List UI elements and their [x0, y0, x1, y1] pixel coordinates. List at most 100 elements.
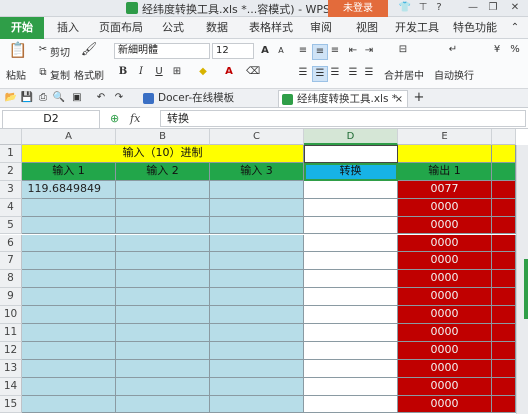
cut-button[interactable]: 剪切: [50, 44, 70, 59]
align-center-icon[interactable]: ☰: [312, 66, 328, 82]
tab-page-layout[interactable]: 页面布局: [96, 17, 146, 39]
input-cell[interactable]: [116, 252, 210, 271]
convert-column-cell[interactable]: [304, 359, 398, 378]
cell[interactable]: [398, 145, 492, 163]
align-left-icon[interactable]: ☰: [296, 66, 310, 80]
convert-column-cell[interactable]: [304, 324, 398, 342]
paste-icon[interactable]: 📋: [8, 43, 28, 63]
open-folder-icon[interactable]: 📂: [4, 91, 18, 105]
tab-special-features[interactable]: 特色功能: [450, 17, 500, 39]
input-cell[interactable]: [210, 324, 304, 342]
input-cell[interactable]: [210, 377, 304, 396]
save-icon[interactable]: 💾: [20, 91, 34, 105]
indent-decrease-icon[interactable]: ⇤: [346, 44, 360, 58]
convert-column-cell[interactable]: [304, 270, 398, 289]
input-cell[interactable]: [116, 359, 210, 378]
row-header[interactable]: 9: [0, 288, 22, 307]
convert-column-cell[interactable]: [304, 180, 398, 199]
convert-column-cell[interactable]: [304, 234, 398, 253]
convert-column-cell[interactable]: [304, 288, 398, 307]
align-right-icon[interactable]: ☰: [328, 66, 342, 80]
cell[interactable]: [304, 145, 398, 163]
input-cell[interactable]: [210, 395, 304, 414]
input-cell[interactable]: [22, 377, 116, 396]
input-cell[interactable]: [22, 252, 116, 271]
input-cell[interactable]: [22, 198, 116, 217]
input-cell[interactable]: [22, 270, 116, 289]
bold-icon[interactable]: B: [116, 65, 130, 79]
row-header[interactable]: 11: [0, 324, 22, 342]
convert-column-cell[interactable]: [304, 306, 398, 324]
tab-data[interactable]: 数据: [200, 17, 234, 39]
input-cell[interactable]: [116, 377, 210, 396]
copy-icon[interactable]: ⧉: [36, 66, 50, 80]
font-color-icon[interactable]: A: [222, 65, 236, 79]
cell[interactable]: [492, 180, 516, 199]
cell[interactable]: [492, 145, 516, 163]
align-middle-icon[interactable]: ≡: [312, 44, 328, 60]
input-cell[interactable]: [116, 216, 210, 235]
convert-column-cell[interactable]: [304, 341, 398, 360]
output-cell[interactable]: 0000: [398, 377, 492, 396]
input-cell[interactable]: [116, 306, 210, 324]
input-cell[interactable]: [116, 395, 210, 414]
cell[interactable]: [492, 341, 516, 360]
output-cell[interactable]: 0000: [398, 359, 492, 378]
row-header[interactable]: 3: [0, 180, 22, 199]
tab-view[interactable]: 视图: [350, 17, 384, 39]
formula-input[interactable]: 转换: [160, 110, 526, 127]
input-cell[interactable]: [210, 270, 304, 289]
ribbon-collapse-icon[interactable]: ⌃: [508, 21, 522, 35]
convert-column-cell[interactable]: [304, 198, 398, 217]
output-cell[interactable]: 0000: [398, 341, 492, 360]
cell[interactable]: [492, 306, 516, 324]
minimize-button[interactable]: —: [466, 1, 480, 15]
row-header[interactable]: 15: [0, 395, 22, 414]
row-header[interactable]: 10: [0, 306, 22, 324]
underline-icon[interactable]: U: [152, 65, 166, 79]
tab-home[interactable]: 开始: [0, 17, 44, 39]
input-cell[interactable]: [22, 306, 116, 324]
format-painter-button[interactable]: 格式刷: [74, 67, 104, 82]
copy-button[interactable]: 复制: [50, 67, 70, 82]
input-cell[interactable]: [22, 216, 116, 235]
tab-review[interactable]: 审阅: [304, 17, 338, 39]
output-cell[interactable]: 0000: [398, 395, 492, 414]
number-format-icon[interactable]: ¥: [488, 43, 506, 61]
row-header[interactable]: 1: [0, 145, 22, 163]
input-cell[interactable]: [116, 270, 210, 289]
input-cell[interactable]: [22, 341, 116, 360]
preview-icon[interactable]: ▣: [70, 91, 84, 105]
increase-font-icon[interactable]: A: [258, 44, 272, 58]
input-cell[interactable]: [116, 198, 210, 217]
output-cell[interactable]: 0000: [398, 216, 492, 235]
input-cell[interactable]: [116, 341, 210, 360]
font-name-select[interactable]: 新細明體: [114, 43, 210, 59]
print-icon[interactable]: ⎙: [36, 91, 50, 105]
row-header[interactable]: 5: [0, 216, 22, 235]
header-input-3[interactable]: 输入 3: [210, 162, 304, 181]
pin-icon[interactable]: ⊤: [416, 1, 430, 15]
tab-current-workbook[interactable]: 经纬度转换工具.xls * ×: [278, 90, 408, 107]
cell[interactable]: [492, 395, 516, 414]
input-cell[interactable]: [210, 180, 304, 199]
cell[interactable]: [492, 377, 516, 396]
input-cell[interactable]: [210, 234, 304, 253]
redo-icon[interactable]: ↷: [112, 91, 126, 105]
column-header-f[interactable]: [492, 129, 516, 145]
title-cell[interactable]: 输入（10）进制: [22, 145, 304, 163]
output-cell[interactable]: 0000: [398, 324, 492, 342]
print-preview-icon[interactable]: 🔍: [52, 91, 66, 105]
name-box[interactable]: D2: [2, 110, 100, 129]
indent-increase-icon[interactable]: ⇥: [362, 44, 376, 58]
format-painter-icon[interactable]: 🖌: [80, 43, 98, 61]
cell[interactable]: [492, 270, 516, 289]
convert-column-cell[interactable]: [304, 395, 398, 414]
input-cell[interactable]: [210, 288, 304, 307]
justify-icon[interactable]: ☰: [346, 66, 360, 80]
skin-icon[interactable]: 👕: [398, 1, 412, 15]
cell[interactable]: [492, 234, 516, 253]
output-cell[interactable]: 0077: [398, 180, 492, 199]
column-header-d[interactable]: D: [304, 129, 398, 145]
input-cell[interactable]: [210, 198, 304, 217]
